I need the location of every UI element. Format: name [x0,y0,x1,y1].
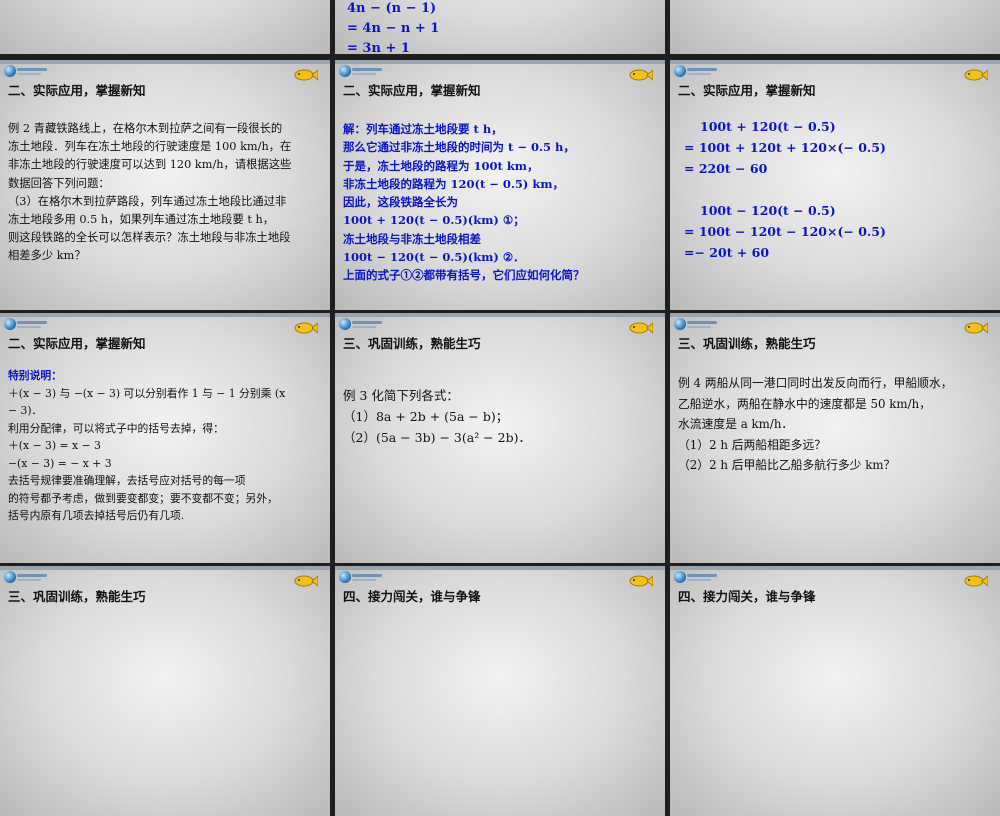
text-line: 的符号都予考虑，做到要变都变；要不变都不变；另外， [8,491,278,505]
fish-icon [629,575,653,587]
equation-line: = 4n − n + 1 [347,21,440,36]
slide-heading: 三、巩固训练，熟能生巧 [8,589,146,604]
slide-6-equations: 100t + 120(t − 0.5) = 100t + 120t + 120×… [684,116,992,263]
equation-line: 100t − 120(t − 0.5) [700,203,836,218]
slide-heading: 二、实际应用，掌握新知 [8,83,146,98]
text-line: 水流速度是 a km/h． [678,417,794,431]
text-line: （2）(5a − 3b) − 3(a² − 2b)． [343,430,531,445]
text-line: 相差多少 km？ [8,249,86,263]
top-bar [335,60,665,64]
slide-2[interactable]: 4n − (n − 1) = 4n − n + 1 = 3n + 1 [335,0,665,54]
fish-icon [294,575,318,587]
equation-line: = 100t − 120t − 120×(− 0.5) [684,224,886,239]
text-line: 则这段铁路的全长可以怎样表示？冻土地段与非冻土地段 [8,231,291,245]
text-line: （1）8a + 2b + (5a − b)； [343,409,509,424]
globe-logo-icon [4,318,48,330]
slide-1[interactable] [0,0,330,54]
fish-icon [294,69,318,81]
globe-logo-icon [674,65,718,77]
text-line: 上面的式子①②都带有括号，它们应如何化简？ [343,268,585,283]
note-title: 特别说明： [8,369,62,382]
text-line: 非冻土地段的行驶速度可以达到 120 km/h，请根据这些 [8,158,292,172]
text-line: 括号内原有几项去掉括号后仍有几项. [8,509,185,522]
slide-8[interactable]: 三、巩固训练，熟能生巧 例 3 化简下列各式： （1）8a + 2b + (5a… [335,313,665,563]
slide-heading: 二、实际应用，掌握新知 [678,83,816,98]
slide-5-solution: 解：列车通过冻土地段要 t h， 那么它通过非冻土地段的时间为 t − 0.5 … [343,120,657,285]
equation-line: 100t + 120(t − 0.5) [700,119,836,134]
slide-4-text: 例 2 青藏铁路线上，在格尔木到拉萨之间有一段很长的 冻土地段．列车在冻土地段的… [8,120,322,266]
text-line: 数据回答下列问题： [8,176,110,190]
fish-icon [964,322,988,334]
top-bar [0,313,330,317]
text-line: 100t + 120(t − 0.5)(km) ①； [343,213,525,228]
text-line: 例 2 青藏铁路线上，在格尔木到拉萨之间有一段很长的 [8,122,283,135]
fish-icon [629,322,653,334]
equation-line [684,179,992,200]
fish-icon [964,575,988,587]
top-bar [335,313,665,317]
slide-7-text: 特别说明： ＋(x − 3) 与 −(x − 3) 可以分别看作 1 与 − 1… [8,367,322,525]
fish-icon [629,69,653,81]
globe-logo-icon [339,65,383,77]
fish-icon [294,322,318,334]
slide-heading: 四、接力闯关，谁与争锋 [343,589,481,604]
text-line: 冻土地段多用 0.5 h，如果列车通过冻土地段要 t h， [8,213,275,227]
slide-12[interactable]: 四、接力闯关，谁与争锋 [670,566,1000,816]
slide-heading: 四、接力闯关，谁与争锋 [678,589,816,604]
top-bar [670,313,1000,317]
fish-icon [964,69,988,81]
equation-line: = 3n + 1 [347,41,410,54]
text-line: 那么它通过非冻土地段的时间为 t − 0.5 h， [343,140,575,155]
text-line: 非冻土地段的路程为 120(t − 0.5) km， [343,176,564,191]
slide-4[interactable]: 二、实际应用，掌握新知 例 2 青藏铁路线上，在格尔木到拉萨之间有一段很长的 冻… [0,60,330,310]
text-line: 因此，这段铁路全长为 [343,195,458,210]
text-line: − 3)． [8,404,43,417]
top-bar [335,566,665,570]
slide-10[interactable]: 三、巩固训练，熟能生巧 [0,566,330,816]
slide-heading: 二、实际应用，掌握新知 [343,83,481,98]
text-line: 去括号规律要准确理解，去括号应对括号的每一项 [8,474,246,487]
slide-9-text: 例 4 两船从同一港口同时出发反向而行，甲船顺水， 乙船逆水，两船在静水中的速度… [678,373,992,476]
equation-line: = 220t − 60 [684,161,768,176]
top-bar [670,566,1000,570]
slide-heading: 三、巩固训练，熟能生巧 [678,336,816,351]
text-line: 于是，冻土地段的路程为 100t km， [343,158,539,173]
slide-2-equations: 4n − (n − 1) = 4n − n + 1 = 3n + 1 [347,0,657,54]
slide-6[interactable]: 二、实际应用，掌握新知 100t + 120(t − 0.5) = 100t +… [670,60,1000,310]
equation-line: = 100t + 120t + 120×(− 0.5) [684,140,886,155]
globe-logo-icon [674,571,718,583]
slide-7[interactable]: 二、实际应用，掌握新知 特别说明： ＋(x − 3) 与 −(x − 3) 可以… [0,313,330,563]
text-line: 冻土地段与非冻土地段相差 [343,231,481,246]
text-line: 乙船逆水，两船在静水中的速度都是 50 km/h， [678,396,931,411]
slide-heading: 三、巩固训练，熟能生巧 [343,336,481,351]
top-bar [0,60,330,64]
text-line: 利用分配律，可以将式子中的括号去掉，得： [8,421,224,435]
globe-logo-icon [674,318,718,330]
slide-3[interactable] [670,0,1000,54]
text-line: （1）2 h 后两船相距多远？ [678,437,827,452]
globe-logo-icon [339,318,383,330]
slide-5[interactable]: 二、实际应用，掌握新知 解：列车通过冻土地段要 t h， 那么它通过非冻土地段的… [335,60,665,310]
top-bar [670,60,1000,64]
equation-line: =− 20t + 60 [684,245,770,260]
slide-9[interactable]: 三、巩固训练，熟能生巧 例 4 两船从同一港口同时出发反向而行，甲船顺水， 乙船… [670,313,1000,563]
top-bar [0,566,330,570]
slide-heading: 二、实际应用，掌握新知 [8,336,146,351]
text-line: （2）2 h 后甲船比乙船多航行多少 km？ [678,458,896,472]
slide-8-text: 例 3 化简下列各式： （1）8a + 2b + (5a − b)； （2）(5… [343,385,657,448]
text-line: 冻土地段．列车在冻土地段的行驶速度是 100 km/h，在 [8,140,292,154]
equation-line: 4n − (n − 1) [347,1,437,16]
globe-logo-icon [4,65,48,77]
text-line: （3）在格尔木到拉萨路段，列车通过冻土地段比通过非 [8,194,287,208]
text-line: 例 3 化简下列各式： [343,388,459,403]
text-line: ＋(x − 3) 与 −(x − 3) 可以分别看作 1 与 − 1 分别乘 (… [8,386,286,400]
globe-logo-icon [339,571,383,583]
text-line: 解：列车通过冻土地段要 t h， [343,122,503,136]
text-line: 100t − 120(t − 0.5)(km) ②． [343,250,525,265]
text-line: 例 4 两船从同一港口同时出发反向而行，甲船顺水， [678,376,953,390]
globe-logo-icon [4,571,48,583]
text-line: −(x − 3) = − x + 3 [8,456,112,470]
text-line: ＋(x − 3) = x − 3 [8,439,101,452]
slide-11[interactable]: 四、接力闯关，谁与争锋 [335,566,665,816]
